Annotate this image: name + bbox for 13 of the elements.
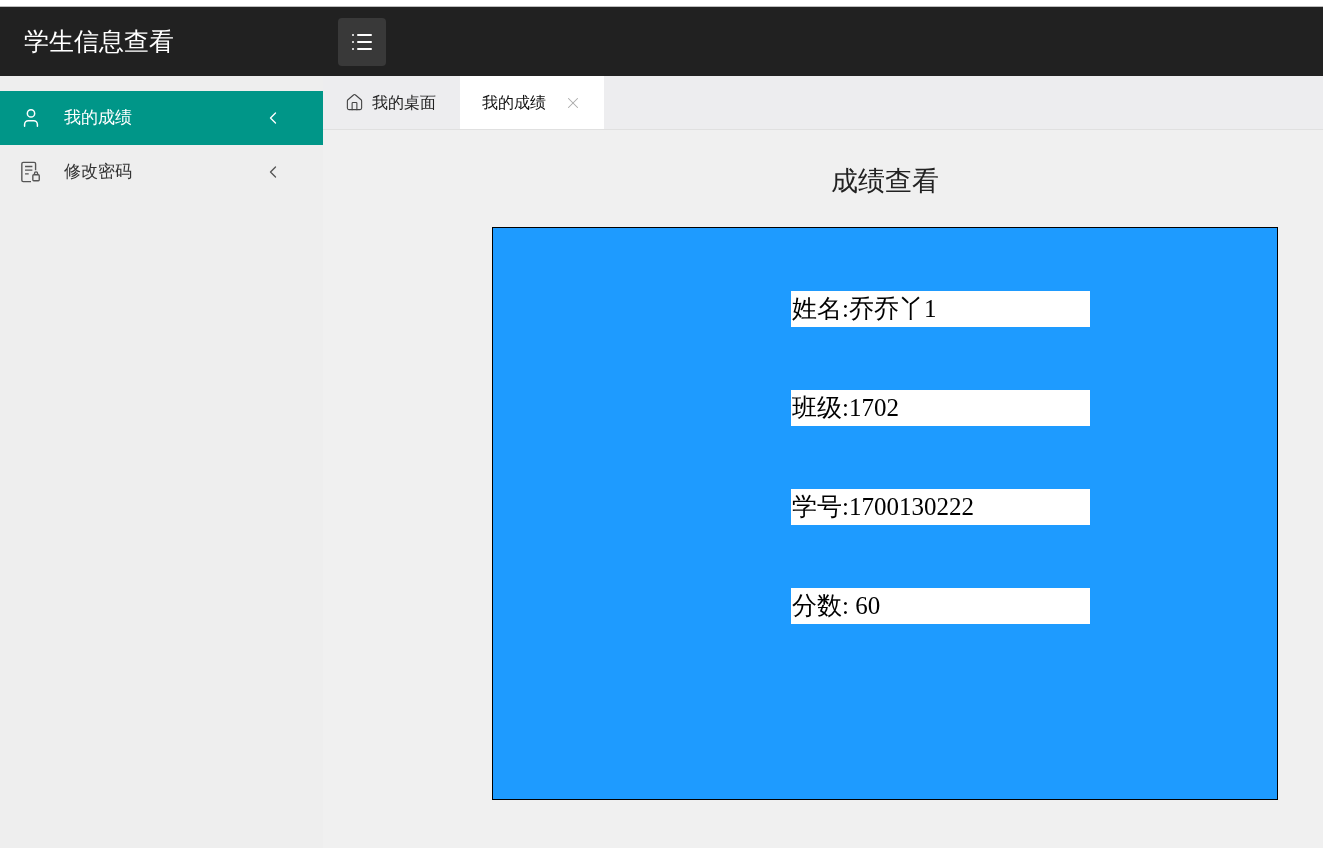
page-title: 成绩查看 bbox=[831, 165, 939, 198]
document-icon bbox=[20, 161, 42, 183]
info-field[interactable]: 班级:1702 bbox=[791, 390, 1090, 426]
tab[interactable]: 我的成绩 bbox=[460, 76, 604, 129]
info-field[interactable]: 学号:1700130222 bbox=[791, 489, 1090, 525]
home-icon bbox=[345, 93, 364, 112]
sidebar-item[interactable]: 我的成绩 bbox=[0, 91, 323, 145]
tab[interactable]: 我的桌面 bbox=[345, 76, 460, 129]
info-field[interactable]: 分数: 60 bbox=[791, 588, 1090, 624]
app-title: 学生信息查看 bbox=[24, 25, 174, 57]
sidebar-item[interactable]: 修改密码 bbox=[0, 145, 323, 199]
menu-button[interactable] bbox=[338, 17, 386, 66]
info-field[interactable]: 姓名:乔乔丫1 bbox=[791, 291, 1090, 327]
